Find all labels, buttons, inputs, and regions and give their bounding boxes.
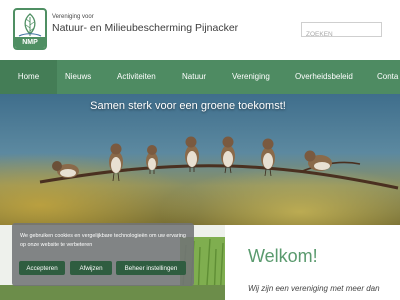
logo-text: NMP <box>15 37 45 48</box>
site-header: NMP Vereniging voor Natuur- en Milieubes… <box>0 0 400 60</box>
decline-cookies-button[interactable]: Afwijzen <box>70 261 112 275</box>
nav-item-home[interactable]: Home <box>0 60 57 94</box>
hero-title: Samen sterk voor een groene toekomst! <box>90 100 286 112</box>
page: NMP Vereniging voor Natuur- en Milieubes… <box>0 0 400 300</box>
intro-text: Wij zijn een vereniging met meer dan <box>248 284 380 293</box>
welcome-heading: Welkom! <box>248 246 318 266</box>
nav-item-overheidsbeleid[interactable]: Overheidsbeleid <box>295 60 353 94</box>
nav-item-activiteiten[interactable]: Activiteiten <box>117 60 156 94</box>
main-nav: Home Nieuws Activiteiten Natuur Verenigi… <box>0 60 400 94</box>
nav-item-natuur[interactable]: Natuur <box>182 60 206 94</box>
nav-item-vereniging[interactable]: Vereniging <box>232 60 270 94</box>
accept-cookies-button[interactable]: Accepteren <box>19 261 65 275</box>
nav-item-contact[interactable]: Conta <box>377 60 398 94</box>
nav-item-nieuws[interactable]: Nieuws <box>65 60 91 94</box>
search-input[interactable] <box>302 28 381 41</box>
search-box[interactable] <box>301 22 382 41</box>
cookie-banner: We gebruiken cookies en vergelijkbare te… <box>12 223 194 286</box>
hero-banner: Samen sterk voor een groene toekomst! <box>0 94 400 225</box>
manage-cookies-button[interactable]: Beheer instellingen <box>116 261 186 275</box>
org-name[interactable]: Natuur- en Milieubescherming Pijnacker <box>52 22 238 34</box>
site-logo[interactable]: NMP <box>13 8 47 50</box>
org-subtitle: Vereniging voor <box>52 14 94 20</box>
cookie-message: We gebruiken cookies en vergelijkbare te… <box>20 233 186 248</box>
sparrows-photo <box>0 94 400 225</box>
